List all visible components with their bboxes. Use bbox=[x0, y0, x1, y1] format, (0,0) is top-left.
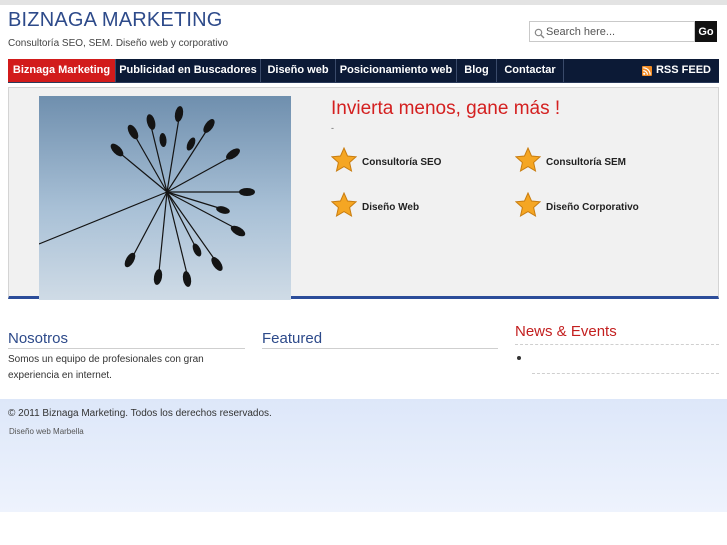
service-label: Consultoría SEO bbox=[362, 156, 442, 168]
news-heading: News & Events bbox=[515, 323, 617, 340]
feature-subtext: - bbox=[331, 123, 334, 133]
search-icon bbox=[534, 26, 545, 39]
service-diseno-corporativo[interactable]: Diseño Corporativo bbox=[514, 191, 639, 219]
star-icon bbox=[514, 191, 542, 223]
service-consultoria-seo[interactable]: Consultoría SEO bbox=[330, 146, 442, 174]
rss-label: RSS FEED bbox=[655, 64, 711, 76]
credit-link[interactable]: Diseño web Marbella bbox=[9, 427, 84, 436]
main-nav: Biznaga Marketing Publicidad en Buscador… bbox=[8, 59, 719, 83]
search-form: Go bbox=[529, 21, 717, 42]
service-consultoria-sem[interactable]: Consultoría SEM bbox=[514, 146, 627, 174]
service-diseno-web[interactable]: Diseño Web bbox=[330, 191, 420, 219]
top-strip bbox=[0, 0, 727, 5]
star-icon bbox=[330, 191, 358, 223]
nav-item-diseno-web[interactable]: Diseño web bbox=[261, 59, 336, 82]
search-go-button[interactable]: Go bbox=[695, 21, 717, 42]
copyright-text: © 2011 Biznaga Marketing. Todos los dere… bbox=[8, 408, 272, 419]
rss-feed-link[interactable]: RSS FEED bbox=[641, 59, 711, 82]
nosotros-text: Somos un equipo de profesionales con gra… bbox=[8, 354, 204, 381]
featured-heading: Featured bbox=[262, 330, 323, 347]
nav-item-blog[interactable]: Blog bbox=[457, 59, 497, 82]
star-icon bbox=[514, 146, 542, 178]
nosotros-heading: Nosotros bbox=[8, 330, 69, 347]
rss-icon bbox=[641, 65, 652, 76]
nav-item-posicionamiento-web[interactable]: Posicionamiento web bbox=[336, 59, 457, 82]
nav-item-publicidad-en-buscadores[interactable]: Publicidad en Buscadores bbox=[116, 59, 261, 82]
service-label: Diseño Web bbox=[362, 201, 420, 213]
news-list-bullet bbox=[517, 356, 521, 360]
footer: © 2011 Biznaga Marketing. Todos los dere… bbox=[0, 399, 727, 512]
news-divider bbox=[515, 344, 719, 345]
feature-panel: Invierta menos, gane más ! - Consultoría… bbox=[8, 87, 719, 300]
service-label: Consultoría SEM bbox=[546, 156, 627, 168]
search-input[interactable] bbox=[546, 24, 690, 39]
news-item-divider bbox=[532, 373, 719, 374]
site-tagline: Consultoría SEO, SEM. Diseño web y corpo… bbox=[8, 38, 229, 49]
nav-item-contactar[interactable]: Contactar bbox=[497, 59, 564, 82]
nosotros-divider bbox=[8, 348, 245, 349]
featured-divider bbox=[262, 348, 498, 349]
star-icon bbox=[330, 146, 358, 178]
service-label: Diseño Corporativo bbox=[546, 201, 639, 213]
site-title[interactable]: BIZNAGA MARKETING bbox=[8, 9, 223, 32]
feature-heading: Invierta menos, gane más ! bbox=[331, 98, 561, 119]
agapanthus-silhouette-image bbox=[39, 96, 291, 300]
nav-item-biznaga-marketing[interactable]: Biznaga Marketing bbox=[8, 59, 116, 82]
search-box bbox=[529, 21, 695, 42]
